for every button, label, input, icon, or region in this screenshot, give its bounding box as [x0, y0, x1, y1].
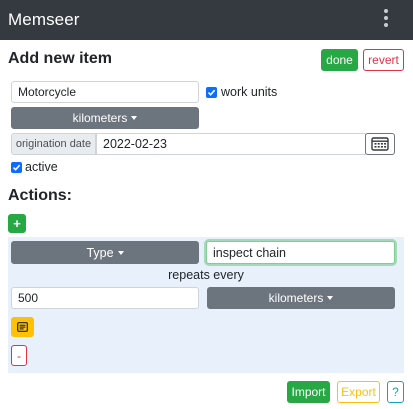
check-icon	[207, 89, 216, 96]
units-dropdown[interactable]: kilometers	[11, 107, 199, 129]
interval-units-dropdown[interactable]: kilometers	[207, 287, 395, 309]
caret-down-icon	[131, 116, 138, 120]
note-icon	[17, 322, 28, 332]
work-units-label: work units	[221, 85, 278, 99]
navbar: Memseer	[0, 0, 413, 40]
caret-down-icon	[117, 250, 124, 255]
units-dropdown-label: kilometers	[72, 111, 128, 125]
repeats-every-label: repeats every	[168, 268, 244, 282]
caret-down-icon	[327, 296, 334, 300]
interval-input[interactable]: 500	[11, 287, 199, 309]
note-button[interactable]	[11, 317, 34, 337]
add-action-button[interactable]: +	[8, 214, 26, 233]
import-button[interactable]: Import	[287, 381, 330, 403]
check-icon	[12, 164, 21, 171]
action-type-dropdown[interactable]: Type	[11, 241, 199, 264]
interval-units-label: kilometers	[268, 291, 324, 305]
item-name-input[interactable]: Motorcycle	[11, 81, 199, 103]
calendar-button[interactable]	[365, 133, 395, 155]
origination-date-input[interactable]: 2022-02-23	[96, 133, 366, 155]
done-button[interactable]: done	[321, 49, 358, 71]
page-title: Add new item	[8, 50, 113, 67]
revert-button[interactable]: revert	[363, 49, 404, 71]
app-title: Memseer	[8, 10, 80, 29]
calendar-icon	[371, 137, 389, 151]
actions-title: Actions:	[8, 187, 72, 204]
origination-date-label: origination date	[11, 133, 96, 155]
action-name-input[interactable]: inspect chain	[206, 241, 395, 264]
remove-action-button[interactable]: -	[11, 345, 27, 366]
work-units-checkbox[interactable]	[206, 87, 217, 98]
vertical-ellipsis-icon[interactable]	[379, 8, 393, 32]
help-button[interactable]: ?	[387, 381, 404, 403]
active-checkbox[interactable]	[11, 162, 22, 173]
active-label: active	[25, 160, 58, 174]
action-type-label: Type	[86, 245, 114, 260]
export-button[interactable]: Export	[337, 381, 380, 403]
